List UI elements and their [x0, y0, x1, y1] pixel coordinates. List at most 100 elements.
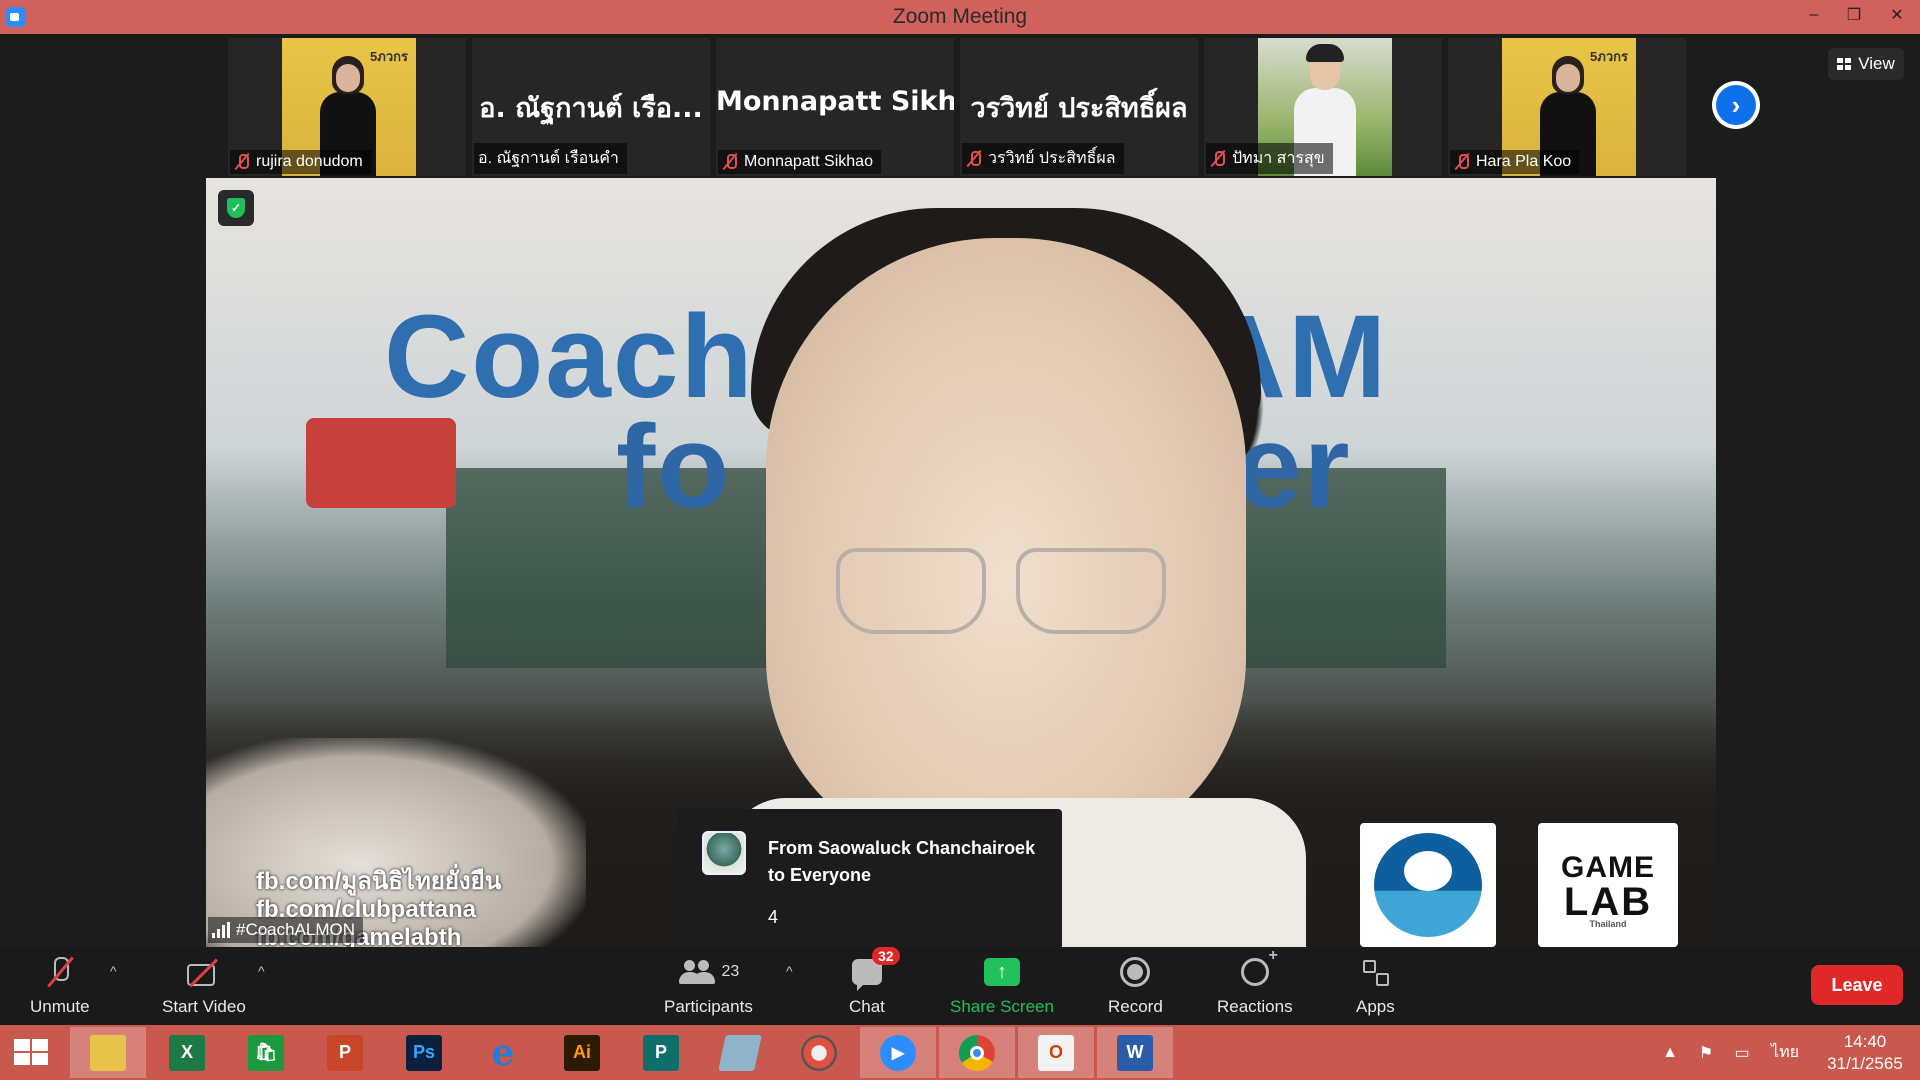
participant-tile[interactable]: 5ภวกร rujira donudom — [228, 38, 466, 176]
game-lab-logo: GAME LAB Thailand — [1538, 823, 1678, 947]
clock-date: 31/1/2565 — [1827, 1053, 1903, 1073]
muted-mic-icon — [722, 153, 738, 171]
window-title-bar: Zoom Meeting – ❐ ✕ — [0, 0, 1920, 34]
microphone-muted-icon — [45, 955, 75, 989]
participant-name: Hara Pla Koo — [1476, 153, 1572, 170]
apps-icon — [1361, 958, 1390, 986]
reactions-button[interactable]: Reactions — [1217, 947, 1293, 1017]
office-icon[interactable]: O — [1018, 1027, 1094, 1078]
smiley-add-icon — [1240, 947, 1278, 986]
taskbar-clock[interactable]: 14:40 31/1/2565 — [1810, 1031, 1920, 1075]
system-tray: ▲ ⚑ ▭ ไทย 14:40 31/1/2565 — [1652, 1025, 1920, 1080]
share-screen-icon: ↑ — [983, 958, 1020, 986]
notes-icon[interactable] — [702, 1027, 778, 1078]
participants-button[interactable]: 23 Participants — [664, 955, 753, 1017]
muted-mic-icon — [1210, 150, 1226, 168]
banner-text: Coach — [384, 291, 755, 423]
restore-button[interactable]: ❐ — [1834, 0, 1874, 30]
file-explorer-icon[interactable] — [70, 1027, 146, 1078]
zoom-icon[interactable]: ▶ — [860, 1027, 936, 1078]
powerpoint-icon[interactable]: P — [307, 1027, 383, 1078]
window-controls: – ❐ ✕ — [1794, 0, 1920, 34]
participant-display-name: Monnapatt Sikh... — [716, 86, 954, 117]
muted-mic-icon — [234, 153, 250, 171]
photoshop-icon[interactable]: Ps — [386, 1027, 462, 1078]
show-hidden-icons-icon[interactable]: ▲ — [1652, 1044, 1688, 1062]
record-icon — [1120, 957, 1151, 987]
illustrator-icon[interactable]: Ai — [544, 1027, 620, 1078]
photoscape-icon[interactable] — [781, 1027, 857, 1078]
clock-time: 14:40 — [1843, 1031, 1887, 1051]
leave-button[interactable]: Leave — [1811, 965, 1903, 1005]
participant-nameplate: Monnapatt Sikhao — [718, 150, 881, 174]
zoom-app-icon — [6, 7, 26, 27]
participant-tile[interactable]: อ. ณัฐกานต์ เรือ... อ. ณัฐกานต์ เรือนคำ — [472, 38, 710, 176]
participant-tile[interactable]: Monnapatt Sikh... Monnapatt Sikhao — [716, 38, 954, 176]
chat-message: 4 — [768, 907, 779, 927]
participant-name: ปัทมา สารสุข — [1232, 150, 1325, 167]
signal-strength-icon — [212, 922, 230, 938]
unread-badge: 32 — [871, 947, 900, 965]
participant-nameplate: วรวิทย์ ประสิทธิ์ผล — [962, 143, 1124, 174]
close-button[interactable]: ✕ — [1874, 0, 1920, 30]
banner-text: fo — [616, 401, 732, 533]
avatar — [702, 831, 746, 875]
meeting-area: 5ภวกร rujira donudom อ. ณัฐกานต์ เรือ...… — [0, 34, 1920, 959]
chevron-right-icon: › — [1716, 85, 1756, 125]
windows-start-icon[interactable] — [14, 1039, 50, 1067]
speaker-nameplate: #CoachALMON — [208, 917, 364, 943]
chat-button[interactable]: 32 Chat — [849, 947, 900, 1017]
grid-icon — [1837, 57, 1853, 71]
start-video-button[interactable]: Start Video — [162, 955, 246, 1017]
window-title: Zoom Meeting — [892, 5, 1028, 28]
participant-name: อ. ณัฐกานต์ เรือนคำ — [478, 150, 619, 167]
participants-icon — [678, 958, 716, 986]
excel-icon[interactable]: X — [149, 1027, 225, 1078]
internet-explorer-icon[interactable]: e — [465, 1027, 541, 1078]
participant-tile[interactable]: 5ภวกร Hara Pla Koo — [1448, 38, 1686, 176]
store-icon[interactable]: 🛍 — [228, 1027, 304, 1078]
participant-tile[interactable]: วรวิทย์ ประสิทธิ์ผล วรวิทย์ ประสิทธิ์ผล — [960, 38, 1198, 176]
chat-sender: From Saowaluck Chanchairoek to Everyone — [768, 838, 1036, 885]
participant-nameplate: rujira donudom — [230, 150, 371, 174]
audio-options-caret[interactable]: ^ — [110, 963, 117, 979]
word-icon[interactable]: W — [1097, 1027, 1173, 1078]
speaker-face — [766, 238, 1246, 858]
next-page-button[interactable]: › — [1712, 81, 1760, 129]
foundation-logo — [1360, 823, 1496, 947]
view-button[interactable]: View — [1828, 48, 1904, 80]
record-button[interactable]: Record — [1108, 955, 1163, 1017]
participant-name: rujira donudom — [256, 153, 363, 170]
language-indicator[interactable]: ไทย — [1760, 1040, 1810, 1065]
publisher-icon[interactable]: P — [623, 1027, 699, 1078]
participant-name: วรวิทย์ ประสิทธิ์ผล — [988, 150, 1116, 167]
muted-mic-icon — [966, 150, 982, 168]
banner-text: er — [1236, 401, 1352, 533]
participant-display-name: วรวิทย์ ประสิทธิ์ผล — [970, 93, 1188, 124]
network-icon[interactable]: ▭ — [1724, 1043, 1760, 1063]
camera-off-icon — [185, 958, 223, 986]
participant-count: 23 — [721, 963, 740, 980]
participant-name: Monnapatt Sikhao — [744, 153, 873, 170]
participant-strip: 5ภวกร rujira donudom อ. ณัฐกานต์ เรือ...… — [228, 38, 1686, 176]
apps-button[interactable]: Apps — [1356, 955, 1395, 1017]
participants-options-caret[interactable]: ^ — [786, 963, 793, 979]
video-options-caret[interactable]: ^ — [258, 963, 265, 979]
windows-taskbar: X 🛍 P Ps e Ai P ▶ O W ▲ ⚑ ▭ ไทย 14:40 31… — [0, 1025, 1920, 1080]
action-center-flag-icon[interactable]: ⚑ — [1688, 1043, 1724, 1063]
view-label: View — [1858, 54, 1895, 73]
muted-mic-icon — [1454, 153, 1470, 171]
unmute-button[interactable]: Unmute — [30, 955, 90, 1017]
participant-nameplate: ปัทมา สารสุข — [1206, 143, 1333, 174]
share-screen-button[interactable]: ↑ Share Screen — [950, 955, 1054, 1017]
chat-notification[interactable]: From Saowaluck Chanchairoek to Everyone … — [678, 809, 1062, 959]
speaker-name: #CoachALMON — [236, 920, 356, 939]
minimize-button[interactable]: – — [1794, 0, 1834, 30]
security-shield-icon[interactable]: ✓ — [218, 190, 254, 226]
participant-display-name: อ. ณัฐกานต์ เรือ... — [479, 93, 703, 124]
chrome-icon[interactable] — [939, 1027, 1015, 1078]
meeting-toolbar: Unmute ^ Start Video ^ 23 Participants ^… — [0, 947, 1920, 1025]
participant-tile[interactable]: ปัทมา สารสุข — [1204, 38, 1442, 176]
participant-nameplate: Hara Pla Koo — [1450, 150, 1580, 174]
participant-nameplate: อ. ณัฐกานต์ เรือนคำ — [474, 143, 627, 174]
